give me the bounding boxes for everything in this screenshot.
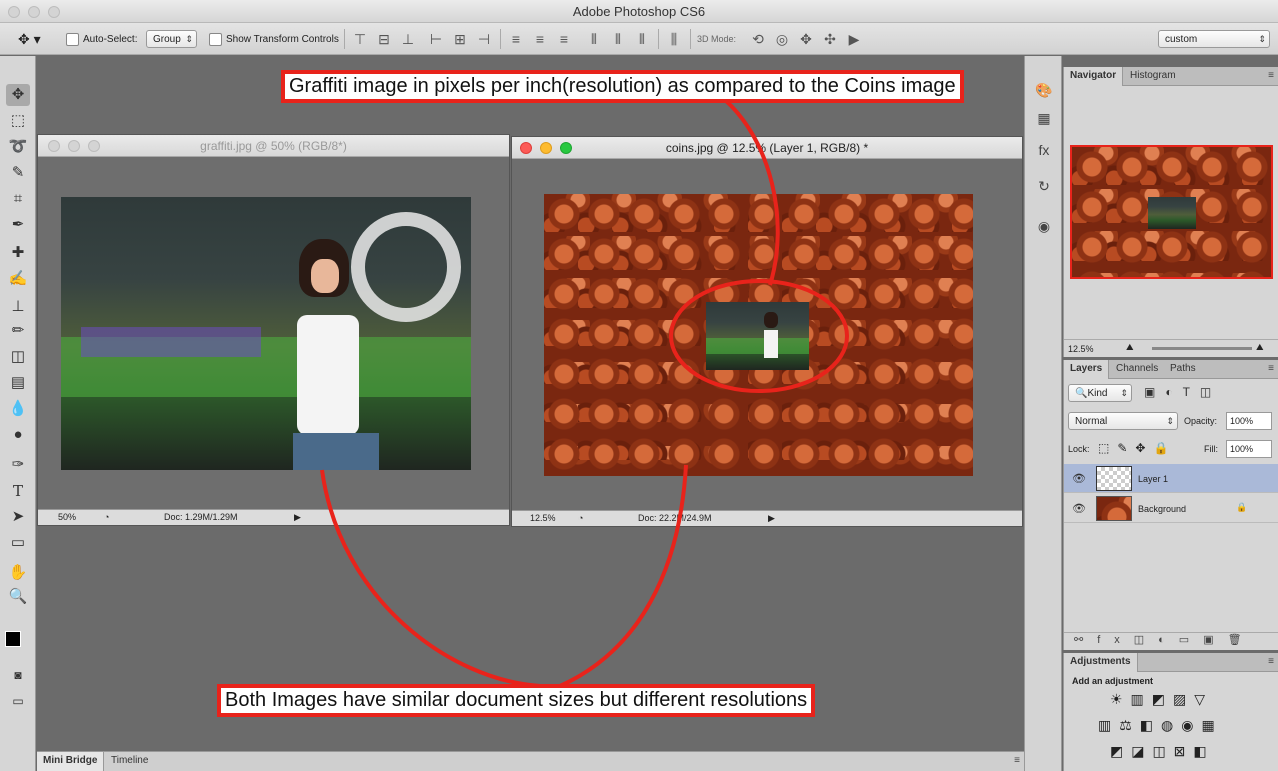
adjustments-heading: Add an adjustment — [1072, 676, 1154, 686]
fill-label: Fill: — [1204, 444, 1218, 454]
swatches-icon[interactable]: ▦ — [1034, 108, 1054, 128]
panel-icon-strip: 🎨 ▦ fx ↻ ◉ — [1024, 56, 1062, 771]
layers-panel: Layers Channels Paths ≡ 🔍 Kind ▣◐T◫ Norm… — [1063, 360, 1278, 650]
layer-row-background[interactable]: 👁 Background 🔒 — [1064, 494, 1278, 523]
layer-filter-dropdown[interactable]: 🔍 Kind — [1068, 384, 1132, 402]
filter-kind-value: Kind — [1087, 387, 1108, 399]
zoom-in-icon[interactable]: ⛰ — [1256, 342, 1264, 353]
panel-menu-icon[interactable]: ≡ — [1268, 70, 1274, 81]
tab-histogram[interactable]: Histogram — [1124, 67, 1182, 86]
lock-label: Lock: — [1068, 444, 1090, 454]
adjustment-icons-row1[interactable]: ☀▥◩▨▽ — [1110, 691, 1213, 708]
palette-icon[interactable]: 🎨 — [1034, 80, 1054, 100]
layer-name: Background — [1138, 504, 1187, 514]
layer-name: Layer 1 — [1138, 474, 1169, 484]
connector-top — [723, 98, 780, 286]
panel-menu-icon[interactable]: ≡ — [1014, 755, 1020, 766]
layers-footer-icons[interactable]: ⚯fx◫◐▭▣🗑 — [1064, 632, 1278, 650]
adjustment-icons-row3[interactable]: ◩◪◫⊠◧ — [1110, 743, 1215, 760]
adjustments-panel: Adjustments ≡ Add an adjustment ☀▥◩▨▽ ▥⚖… — [1063, 653, 1278, 771]
panel-menu-icon[interactable]: ≡ — [1268, 363, 1274, 374]
tab-layers[interactable]: Layers — [1064, 360, 1110, 379]
connector-bottom-left — [320, 469, 541, 688]
layer-filter-icons[interactable]: ▣◐T◫ — [1144, 385, 1221, 399]
tab-adjustments[interactable]: Adjustments — [1064, 653, 1138, 672]
opacity-label: Opacity: — [1184, 416, 1218, 426]
layer-thumbnail — [1096, 466, 1132, 491]
connector-bottom-right — [559, 464, 688, 688]
tab-channels[interactable]: Channels — [1110, 360, 1164, 379]
lock-icons[interactable]: ⬚✎✥🔒 — [1098, 441, 1176, 455]
zoom-out-icon[interactable]: ⛰ — [1126, 342, 1134, 353]
annotation-top: Graffiti image in pixels per inch(resolu… — [281, 70, 964, 103]
opacity-field[interactable]: 100% — [1226, 412, 1272, 430]
visibility-eye-icon[interactable]: 👁 — [1072, 472, 1086, 485]
tab-navigator[interactable]: Navigator — [1064, 67, 1124, 86]
highlight-ellipse — [669, 279, 849, 393]
blend-mode-value: Normal — [1075, 415, 1108, 427]
tab-mini-bridge[interactable]: Mini Bridge — [37, 752, 105, 771]
annotation-bottom: Both Images have similar document sizes … — [217, 684, 816, 717]
navigator-zoom-slider[interactable] — [1152, 347, 1252, 350]
lock-icon: 🔒 — [1236, 502, 1248, 512]
layer-row-layer1[interactable]: 👁 Layer 1 — [1064, 464, 1278, 493]
layer-thumbnail — [1096, 496, 1132, 521]
properties-icon[interactable]: ◉ — [1034, 216, 1054, 236]
fill-field[interactable]: 100% — [1226, 440, 1272, 458]
blend-mode-dropdown[interactable]: Normal — [1068, 412, 1178, 430]
navigator-thumbnail[interactable] — [1070, 145, 1273, 279]
tab-timeline[interactable]: Timeline — [105, 752, 154, 771]
adjustment-icons-row2[interactable]: ▥⚖◧◍◉▦ — [1098, 717, 1223, 734]
tab-paths[interactable]: Paths — [1164, 360, 1202, 379]
navigator-panel: Navigator Histogram ≡ 12.5% ⛰ ⛰ — [1063, 67, 1278, 357]
history-icon[interactable]: ↻ — [1034, 176, 1054, 196]
panel-menu-icon[interactable]: ≡ — [1268, 656, 1274, 667]
styles-fx-icon[interactable]: fx — [1034, 140, 1054, 160]
navigator-zoom-field[interactable]: 12.5% — [1068, 344, 1094, 354]
visibility-eye-icon[interactable]: 👁 — [1072, 502, 1086, 515]
bottom-panel-bar: Mini Bridge Timeline ≡ — [37, 751, 1024, 771]
